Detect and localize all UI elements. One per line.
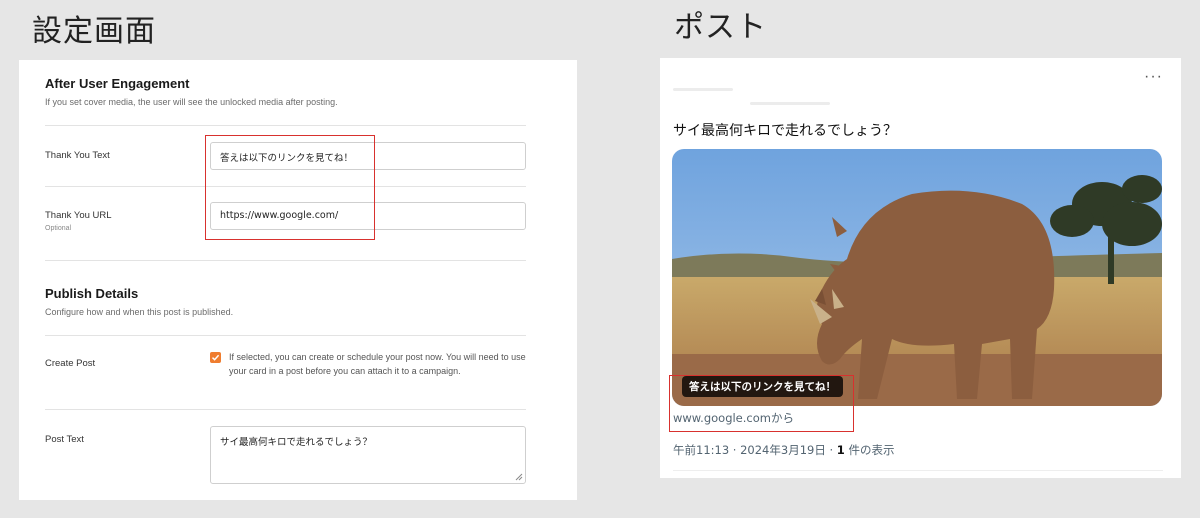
blurred-header (750, 102, 830, 105)
thank-you-text-label: Thank You Text (45, 150, 110, 161)
create-post-checkbox[interactable] (210, 352, 221, 363)
thank-you-url-label: Thank You URL (45, 210, 112, 221)
after-engagement-title: After User Engagement (45, 76, 190, 91)
post-text-textarea[interactable]: サイ最高何キロで走れるでしょう？ (210, 426, 526, 484)
rhino-photo (672, 149, 1162, 406)
divider (673, 470, 1163, 471)
link-card-image[interactable]: 答えは以下のリンクを見てね！ (672, 149, 1162, 406)
post-caption: ポスト (674, 10, 767, 45)
view-count: 1 (836, 443, 845, 457)
resize-grip-icon[interactable] (515, 473, 523, 481)
publish-details-desc: Configure how and when this post is publ… (45, 307, 234, 317)
post-text-label: Post Text (45, 434, 84, 445)
post-meta: 午前11:13 · 2024年3月19日 · 1 件の表示 (673, 442, 894, 458)
after-engagement-desc: If you set cover media, the user will se… (45, 97, 338, 107)
more-dots-icon[interactable]: ··· (1144, 68, 1163, 86)
divider (45, 260, 526, 261)
post-timestamp[interactable]: 午前11:13 · 2024年3月19日 · (673, 443, 837, 457)
create-post-help-text: If selected, you can create or schedule … (229, 352, 526, 376)
view-suffix: 件の表示 (844, 443, 895, 457)
post-text-value: サイ最高何キロで走れるでしょう？ (220, 437, 373, 448)
divider (45, 125, 526, 126)
divider (45, 335, 526, 336)
post-text: サイ最高何キロで走れるでしょう？ (673, 123, 897, 139)
settings-panel: After User Engagement If you set cover m… (19, 60, 577, 500)
post-card: ··· サイ最高何キロで走れるでしょう？ 答えは以下のリンクを見てね！ www.… (660, 58, 1181, 478)
blurred-header (673, 88, 733, 91)
create-post-label: Create Post (45, 358, 96, 369)
thank-you-url-optional: Optional (45, 225, 72, 232)
divider (45, 409, 526, 410)
publish-details-title: Publish Details (45, 286, 139, 301)
highlight-box (669, 375, 854, 432)
settings-caption: 設定画面 (32, 14, 156, 49)
check-icon (211, 354, 220, 361)
highlight-box (205, 135, 375, 240)
